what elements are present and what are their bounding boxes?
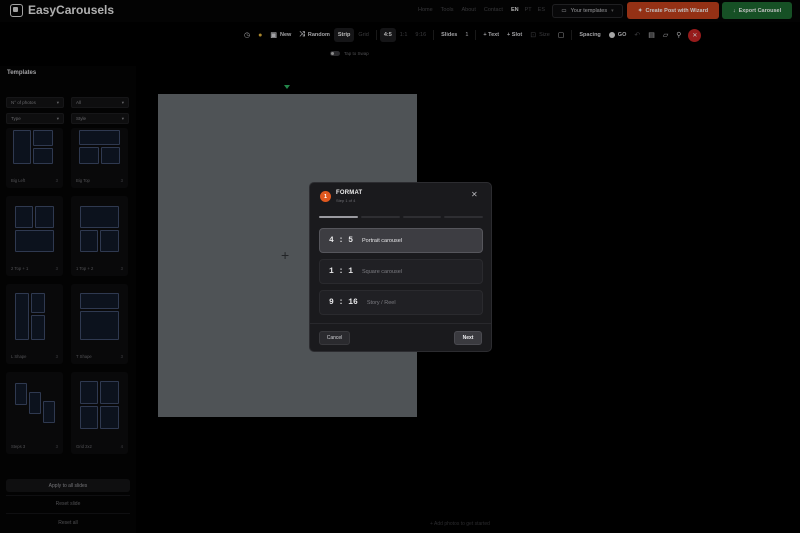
wizard-progress (319, 216, 483, 218)
option-ratio: 1 : 1 (329, 267, 354, 276)
modal-footer-divider (310, 323, 491, 324)
modal-subtitle: Step 1 of 4 (336, 198, 356, 203)
progress-step (444, 216, 483, 218)
cancel-button[interactable]: Cancel (319, 331, 350, 345)
progress-step (402, 216, 442, 218)
step-badge: 1 (320, 191, 331, 202)
progress-step (319, 216, 358, 218)
next-button[interactable]: Next (454, 331, 482, 345)
format-option-portrait[interactable]: 4 : 5 Portrait carousel (319, 228, 483, 253)
close-icon[interactable]: ✕ (471, 191, 478, 199)
option-ratio: 9 : 16 (329, 298, 358, 307)
progress-step (360, 216, 400, 218)
option-ratio: 4 : 5 (329, 236, 354, 245)
option-label: Story / Reel (366, 299, 396, 306)
option-label: Square carousel (362, 268, 403, 275)
modal-title: FORMAT (336, 190, 363, 196)
format-option-square[interactable]: 1 : 1 Square carousel (319, 259, 483, 284)
format-wizard-modal: 1 FORMAT Step 1 of 4 ✕ 4 : 5 Portrait ca… (309, 182, 492, 352)
format-option-story[interactable]: 9 : 16 Story / Reel (319, 290, 483, 315)
option-label: Portrait carousel (362, 237, 403, 244)
